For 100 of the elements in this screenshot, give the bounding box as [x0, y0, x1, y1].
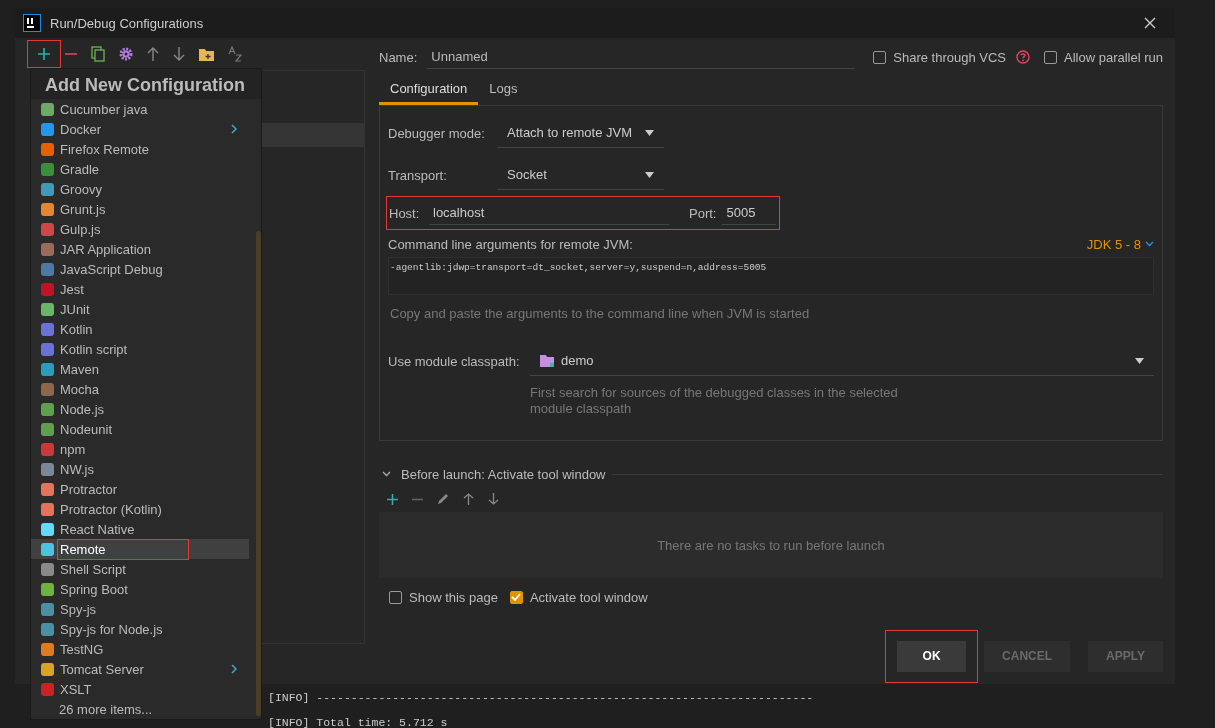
folder-icon: [540, 354, 555, 367]
parallel-checkbox[interactable]: Allow parallel run: [1044, 49, 1163, 65]
logo-icon: [40, 441, 55, 457]
chevron-icon: [1145, 241, 1154, 247]
logo-icon: [40, 401, 55, 417]
name-field[interactable]: Unnamed: [427, 45, 856, 69]
field-label: Use module classpath:: [388, 353, 521, 369]
menu-item[interactable]: TestNG: [31, 639, 249, 659]
menu-item[interactable]: Firefox Remote: [31, 139, 249, 159]
activate-window-checkbox[interactable]: Activate tool window: [509, 589, 648, 605]
menu-item[interactable]: Docker: [31, 119, 249, 139]
logo-icon: [40, 541, 55, 557]
close-icon[interactable]: [1144, 17, 1156, 29]
field-label: Transport:: [388, 167, 448, 183]
menu-item[interactable]: npm: [31, 439, 249, 459]
menu-item[interactable]: Groovy: [31, 179, 249, 199]
console-line: [INFO] Total time: 5.712 s: [268, 715, 449, 728]
arrow-up-icon[interactable]: [147, 47, 159, 61]
menu-item[interactable]: React Native: [31, 519, 249, 539]
field-label: Host:: [389, 205, 421, 221]
logo-icon: [40, 301, 55, 317]
logo-icon: [40, 261, 55, 277]
logo-icon: [40, 501, 55, 517]
menu-item[interactable]: Kotlin: [31, 319, 249, 339]
menu-item[interactable]: Jest: [31, 279, 249, 299]
console-line: [INFO] ------------------------------------------------------------------------: [268, 690, 814, 706]
add-button[interactable]: [27, 40, 61, 68]
folder-icon[interactable]: [199, 47, 214, 61]
logo-icon: [40, 161, 55, 177]
chevron-icon: [231, 664, 237, 674]
settings-icon[interactable]: [119, 47, 133, 61]
logo-icon: [40, 661, 55, 677]
host-field[interactable]: localhost: [429, 201, 669, 225]
menu-item[interactable]: Tomcat Server: [31, 659, 249, 679]
help-icon[interactable]: [1016, 50, 1030, 64]
logo-icon: [40, 681, 55, 697]
menu-item[interactable]: XSLT: [31, 679, 249, 699]
field-label: Port:: [689, 205, 717, 221]
empty-text: There are no tasks to run before launch: [657, 537, 885, 553]
logo-icon: [40, 641, 55, 657]
jdk-dropdown[interactable]: JDK 5 - 8: [1086, 236, 1154, 252]
window-title: Run/Debug Configurations: [50, 15, 204, 31]
menu-item[interactable]: Cucumber java: [31, 99, 249, 119]
hint-text: Copy and paste the arguments to the command line when JVM is started: [390, 306, 811, 321]
arguments-field[interactable]: -agentlib:jdwp=transport=dt_socket,server=y,suspend=n,address=5005: [388, 257, 1154, 295]
logo-icon: [40, 241, 55, 257]
logo-icon: [40, 141, 55, 157]
logo-icon: [40, 361, 55, 377]
menu-item[interactable]: JavaScript Debug: [31, 259, 249, 279]
menu-item[interactable]: JAR Application: [31, 239, 249, 259]
logo-icon: [40, 461, 55, 477]
dialog-button[interactable]: OK: [897, 640, 967, 672]
logo-icon: [40, 281, 55, 297]
menu-item[interactable]: Maven: [31, 359, 249, 379]
menu-item[interactable]: Mocha: [31, 379, 249, 399]
logo-icon: [40, 561, 55, 577]
field-label: Debugger mode:: [388, 125, 486, 141]
menu-item[interactable]: Node.js: [31, 399, 249, 419]
menu-item[interactable]: Nodeunit: [31, 419, 249, 439]
logo-icon: [40, 121, 55, 137]
field-label: Command line arguments for remote JVM:: [388, 236, 633, 252]
logo-icon: [40, 201, 55, 217]
menu-item[interactable]: Protractor (Kotlin): [31, 499, 249, 519]
scrollbar[interactable]: [256, 231, 261, 716]
menu-item[interactable]: Spy-js: [31, 599, 249, 619]
app-icon: [23, 14, 41, 32]
add-icon[interactable]: [387, 493, 398, 505]
menu-item[interactable]: Grunt.js: [31, 199, 249, 219]
logo-icon: [40, 601, 55, 617]
sort-icon[interactable]: [228, 46, 242, 62]
menu-item[interactable]: Protractor: [31, 479, 249, 499]
tab[interactable]: Logs: [478, 76, 529, 105]
arrow-down-icon[interactable]: [488, 493, 499, 505]
mode-dropdown[interactable]: Attach to remote JVM: [497, 118, 664, 148]
tab[interactable]: Configuration: [379, 76, 479, 105]
dropdown-arrow-icon: [1135, 357, 1144, 364]
port-field[interactable]: 5005: [722, 201, 777, 225]
menu-item[interactable]: Remote: [31, 539, 249, 559]
menu-item[interactable]: Gradle: [31, 159, 249, 179]
show-page-checkbox[interactable]: Show this page: [389, 589, 498, 605]
share-checkbox[interactable]: Share through VCS: [873, 49, 1006, 65]
menu-item[interactable]: Kotlin script: [31, 339, 249, 359]
menu-item[interactable]: Spring Boot: [31, 579, 249, 599]
copy-icon[interactable]: [91, 46, 105, 62]
logo-icon: [40, 581, 55, 597]
module-dropdown[interactable]: demo: [530, 346, 1154, 376]
before-launch-toggle[interactable]: Before launch: Activate tool window: [379, 466, 606, 482]
menu-item[interactable]: NW.js: [31, 459, 249, 479]
pencil-icon[interactable]: [437, 493, 449, 505]
menu-item[interactable]: JUnit: [31, 299, 249, 319]
menu-item[interactable]: Spy-js for Node.js: [31, 619, 249, 639]
menu-item[interactable]: Gulp.js: [31, 219, 249, 239]
logo-icon: [40, 181, 55, 197]
menu-item[interactable]: 26 more items...: [31, 699, 249, 719]
transport-dropdown[interactable]: Socket: [497, 160, 664, 190]
arrow-up-icon[interactable]: [463, 493, 474, 505]
arrow-down-icon[interactable]: [173, 47, 185, 61]
menu-item[interactable]: Shell Script: [31, 559, 249, 579]
dropdown-arrow-icon: [645, 171, 654, 178]
logo-icon: [40, 421, 55, 437]
